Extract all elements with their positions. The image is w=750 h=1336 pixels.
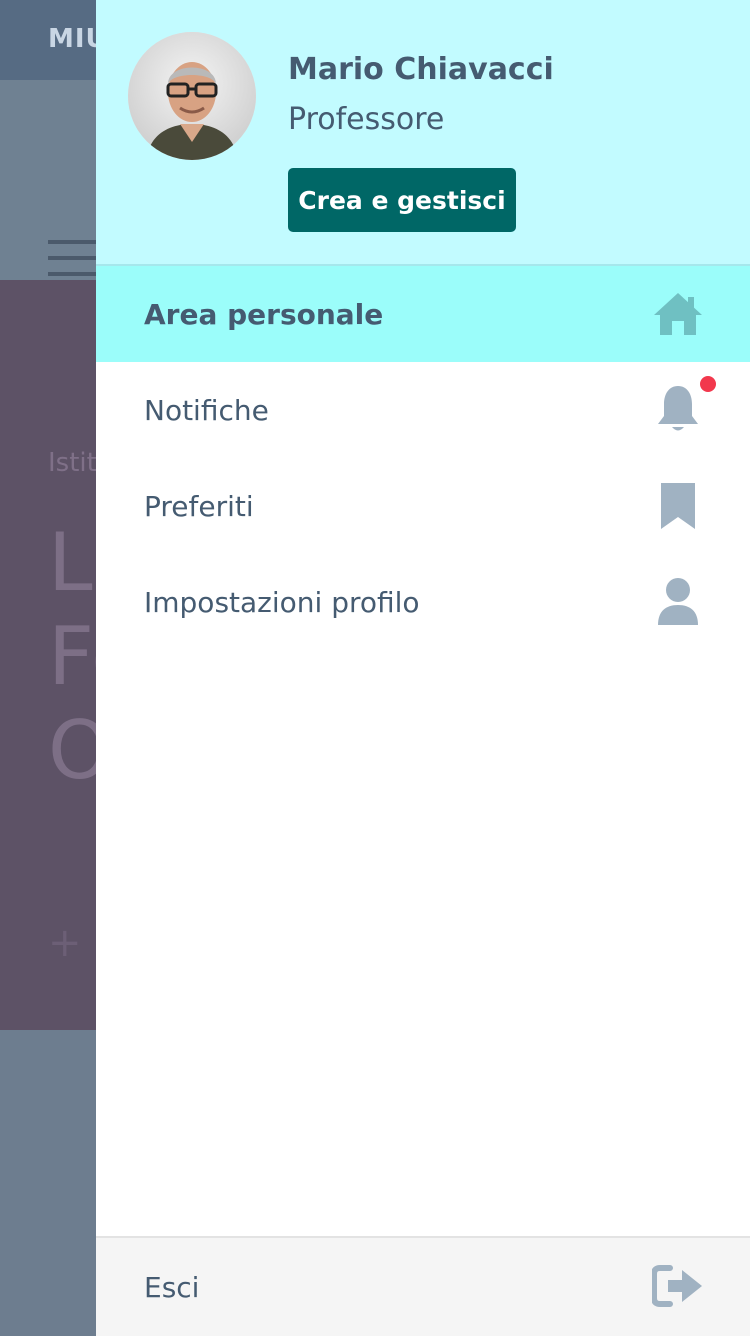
menu-item-impostazioni-profilo[interactable]: Impostazioni profilo <box>96 554 750 650</box>
menu-item-label: Impostazioni profilo <box>144 585 420 619</box>
menu-item-label: Notifiche <box>144 393 269 427</box>
user-name: Mario Chiavacci <box>288 52 554 87</box>
menu-item-label: Area personale <box>144 297 384 331</box>
logout-item[interactable]: Esci <box>96 1236 750 1336</box>
bell-icon <box>652 384 704 436</box>
menu-item-preferiti[interactable]: Preferiti <box>96 458 750 554</box>
side-drawer: Mario Chiavacci Professore Crea e gestis… <box>96 0 750 1336</box>
home-icon <box>652 288 704 340</box>
profile-header: Mario Chiavacci Professore Crea e gestis… <box>96 0 750 266</box>
logout-icon <box>651 1264 704 1308</box>
notification-badge <box>700 376 716 392</box>
background-plus-icon: + <box>48 920 82 966</box>
create-manage-button[interactable]: Crea e gestisci <box>288 168 516 232</box>
menu-item-notifiche[interactable]: Notifiche <box>96 362 750 458</box>
user-role: Professore <box>288 102 445 137</box>
avatar <box>128 32 256 160</box>
logout-label: Esci <box>144 1270 200 1304</box>
drawer-menu: Area personale Notifiche Preferiti Impos… <box>96 266 750 650</box>
bookmark-icon <box>652 480 704 532</box>
background-hero-kicker: Istit <box>48 448 97 478</box>
menu-item-label: Preferiti <box>144 489 254 523</box>
user-icon <box>652 576 704 628</box>
menu-item-area-personale[interactable]: Area personale <box>96 266 750 362</box>
